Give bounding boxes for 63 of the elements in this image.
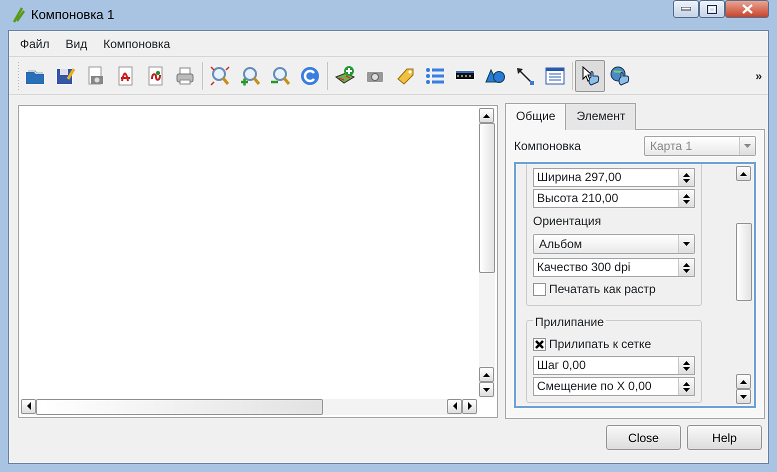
- scroll-up-icon: [482, 112, 491, 118]
- toolbar-button[interactable]: [575, 60, 605, 92]
- spin-up-icon: [682, 381, 691, 386]
- dropdown-arrow-icon: [682, 241, 691, 247]
- spin-up-icon: [682, 193, 691, 198]
- minimize-button[interactable]: [673, 0, 699, 18]
- spin-field[interactable]: Шаг 0,00: [533, 356, 695, 375]
- tab[interactable]: Общие: [505, 103, 566, 130]
- dialog-button[interactable]: Close: [606, 425, 681, 450]
- window-title: Компоновка 1: [31, 6, 114, 24]
- table-icon: [544, 64, 566, 86]
- check-mark-icon: [535, 340, 544, 348]
- magnifier-icon: [209, 64, 231, 86]
- spin-up-icon: [682, 360, 691, 365]
- scroll-left-icon: [452, 402, 458, 411]
- dropdown[interactable]: Альбом: [533, 234, 695, 254]
- maximize-button[interactable]: [699, 0, 725, 18]
- spin-down-icon: [682, 387, 691, 392]
- app-icon: [11, 7, 25, 23]
- scroll-up-icon: [482, 372, 491, 378]
- spin-up-icon: [682, 262, 691, 267]
- close-icon: [742, 4, 752, 14]
- toolbar-grip: [17, 62, 20, 90]
- tab[interactable]: Элемент: [565, 103, 636, 130]
- dialog-button[interactable]: Help: [687, 425, 762, 450]
- checkbox[interactable]: [533, 282, 546, 296]
- spin-up-icon: [682, 172, 691, 177]
- spin-field[interactable]: Качество 300 dpi: [533, 258, 695, 277]
- spin-field[interactable]: Ширина 297,00: [533, 168, 695, 187]
- scroll-right-icon: [466, 402, 472, 411]
- globe-hand-icon: [609, 64, 631, 86]
- menu-item[interactable]: Файл: [12, 30, 58, 56]
- minimize-icon: [681, 7, 691, 11]
- close-window-button[interactable]: [725, 0, 769, 18]
- printer-icon: [174, 64, 196, 86]
- spin-down-icon: [682, 178, 691, 183]
- scroll-down-icon: [482, 386, 491, 392]
- checkbox-label: Прилипать к сетке: [549, 336, 652, 353]
- spin-field[interactable]: Смещение по X 0,00: [533, 377, 695, 396]
- refresh-icon: [299, 64, 321, 86]
- toolbar-overflow-button[interactable]: »: [755, 66, 762, 84]
- maximize-icon: [707, 4, 717, 14]
- spin-down-icon: [682, 366, 691, 371]
- zoom-out-icon: [269, 64, 291, 86]
- spin-down-icon: [682, 268, 691, 273]
- spin-field[interactable]: Высота 210,00: [533, 189, 695, 208]
- vertical-scrollbar[interactable]: [479, 108, 495, 397]
- checkbox-label: Печатать как растр: [549, 281, 656, 298]
- menu-item[interactable]: Компоновка: [95, 30, 178, 56]
- horizontal-scrollbar[interactable]: [21, 399, 477, 415]
- scroll-left-icon: [26, 402, 32, 411]
- field-label: Ориентация: [533, 213, 602, 230]
- checkbox[interactable]: [533, 338, 546, 350]
- spin-down-icon: [682, 199, 691, 204]
- vertical-scrollbar[interactable]: [736, 166, 752, 404]
- menu-item[interactable]: Вид: [58, 30, 96, 56]
- scroll-down-icon: [739, 394, 748, 400]
- map-plus-icon: [334, 64, 356, 86]
- field-label: Компоновка: [514, 138, 581, 155]
- zoom-in-icon: [239, 64, 261, 86]
- dropdown-arrow-icon: [743, 143, 752, 149]
- scroll-up-icon: [739, 170, 748, 176]
- scroll-up-icon: [739, 378, 748, 384]
